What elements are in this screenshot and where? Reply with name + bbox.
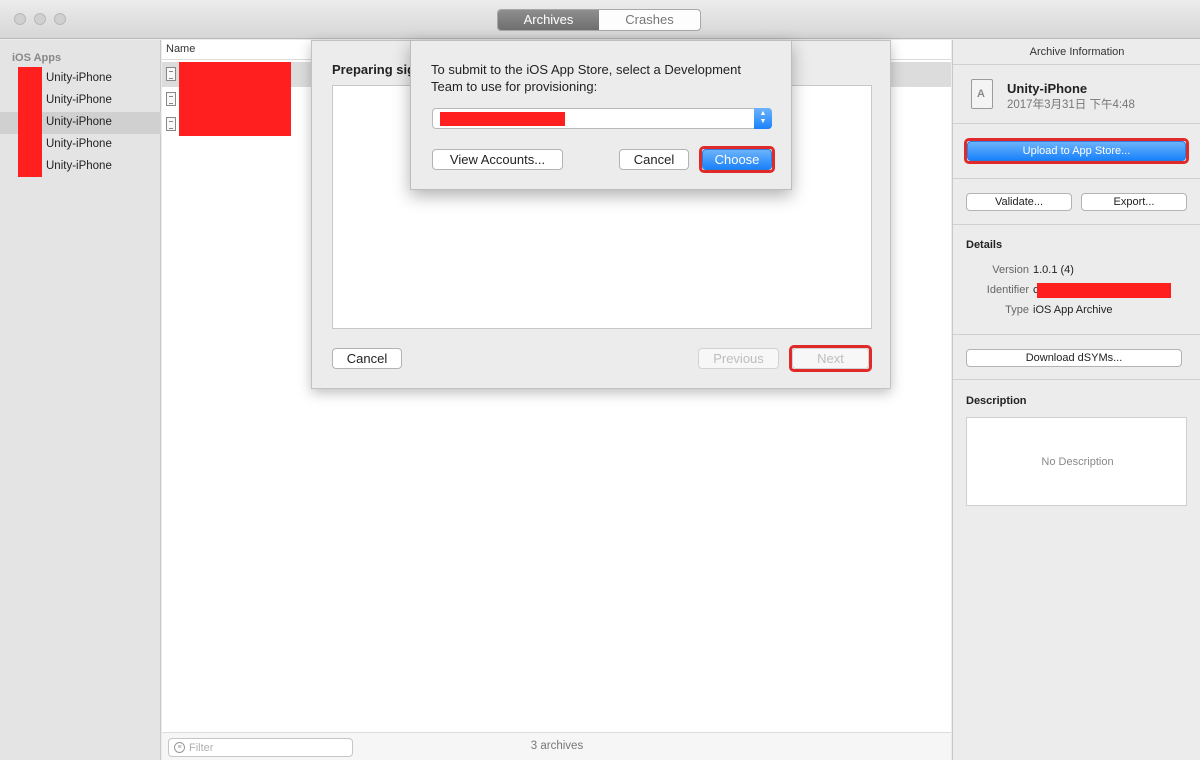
details-title: Details xyxy=(966,239,1003,251)
column-header-name[interactable]: Name xyxy=(166,43,195,55)
team-popup-button[interactable]: ▲ ▼ xyxy=(432,108,772,129)
sheet-cancel-button[interactable]: Cancel xyxy=(332,348,402,369)
divider xyxy=(953,224,1200,225)
panel-header: Archive Information xyxy=(1029,46,1125,58)
sidebar-item-label: Unity-iPhone xyxy=(46,94,112,106)
sidebar: iOS Apps Unity-iPhone Unity-iPhone Unity… xyxy=(0,40,161,760)
previous-button[interactable]: Previous xyxy=(698,348,779,369)
filter-input[interactable] xyxy=(189,740,349,755)
close-window-button[interactable] xyxy=(14,13,26,25)
chevron-up-down-icon: ▲ ▼ xyxy=(754,108,772,129)
divider xyxy=(953,178,1200,179)
highlight-box xyxy=(789,345,872,372)
archives-crashes-segmented-control: Archives Crashes xyxy=(497,9,701,31)
archive-document-icon xyxy=(166,117,176,131)
highlight-box xyxy=(699,146,775,173)
redaction-block xyxy=(18,67,42,177)
dialog-message: To submit to the iOS App Store, select a… xyxy=(431,62,741,94)
archive-document-icon xyxy=(166,92,176,106)
minimize-window-button[interactable] xyxy=(34,13,46,25)
sidebar-item-label: Unity-iPhone xyxy=(46,116,112,128)
redaction-block xyxy=(179,62,291,136)
version-key: Version xyxy=(992,264,1029,276)
sidebar-item-label: Unity-iPhone xyxy=(46,72,112,84)
divider xyxy=(953,64,1200,65)
title-bar: Archives Crashes xyxy=(0,0,1200,39)
sidebar-section-header: iOS Apps xyxy=(12,52,62,64)
view-accounts-button[interactable]: View Accounts... xyxy=(432,149,563,170)
archive-count: 3 archives xyxy=(530,740,584,752)
highlight-box xyxy=(964,138,1189,164)
redaction-block xyxy=(1037,283,1171,298)
filter-field[interactable]: ≡ xyxy=(168,738,353,757)
archive-document-icon xyxy=(166,67,176,81)
app-archive-icon xyxy=(971,79,993,109)
sidebar-item-label: Unity-iPhone xyxy=(46,160,112,172)
type-key: Type xyxy=(1005,304,1029,316)
archive-date: 2017年3月31日 下午4:48 xyxy=(1007,99,1135,111)
tab-archives[interactable]: Archives xyxy=(498,10,599,30)
validate-button[interactable]: Validate... xyxy=(966,193,1072,211)
zoom-window-button[interactable] xyxy=(54,13,66,25)
app-name: Unity-iPhone xyxy=(1007,81,1088,96)
export-button[interactable]: Export... xyxy=(1081,193,1187,211)
list-footer: ≡ 3 archives xyxy=(162,732,951,760)
tab-crashes[interactable]: Crashes xyxy=(599,10,700,30)
dialog-cancel-button[interactable]: Cancel xyxy=(619,149,689,170)
description-title: Description xyxy=(966,395,1027,407)
version-value: 1.0.1 (4) xyxy=(1033,264,1074,276)
team-selection-dialog: To submit to the iOS App Store, select a… xyxy=(410,40,792,190)
archive-information-panel: Archive Information Unity-iPhone 2017年3月… xyxy=(952,40,1200,760)
divider xyxy=(953,334,1200,335)
filter-icon: ≡ xyxy=(174,742,185,753)
description-placeholder: No Description xyxy=(1041,456,1114,468)
divider xyxy=(953,123,1200,124)
divider xyxy=(953,379,1200,380)
redaction-block xyxy=(440,112,565,126)
sidebar-item-label: Unity-iPhone xyxy=(46,138,112,150)
type-value: iOS App Archive xyxy=(1033,304,1113,316)
download-dsyms-button[interactable]: Download dSYMs... xyxy=(966,349,1182,367)
identifier-key: Identifier xyxy=(986,284,1029,296)
description-field[interactable]: No Description xyxy=(966,417,1187,506)
